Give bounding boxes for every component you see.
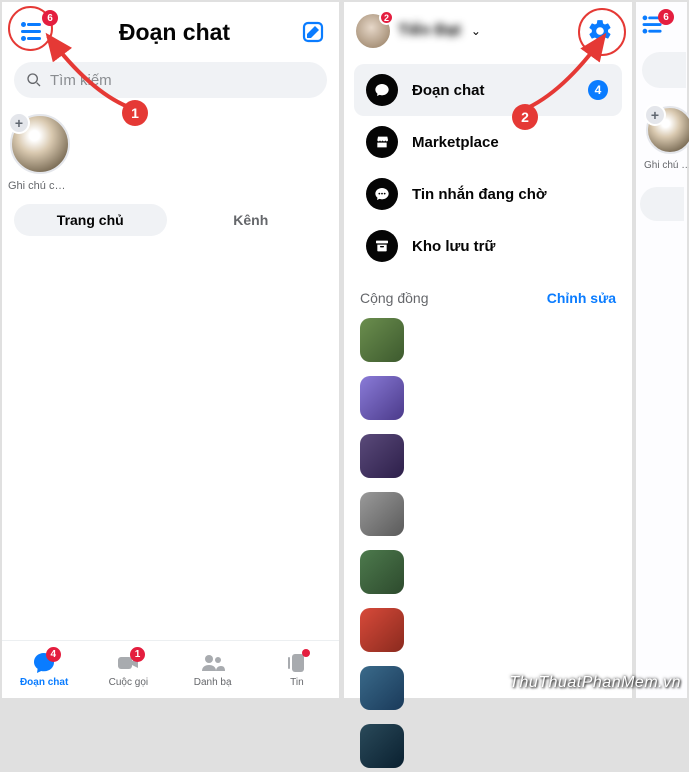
tab-calls-label: Cuộc gọi	[109, 677, 148, 688]
hamburger-icon	[21, 23, 43, 41]
bottom-tabbar: 4 Đoạn chat 1 Cuộc gọi Danh bạ Tin	[2, 640, 339, 698]
segment-home[interactable]: Trang chủ	[14, 204, 167, 236]
community-item[interactable]	[354, 314, 622, 366]
community-item[interactable]	[354, 430, 622, 482]
menu-item-badge: 4	[588, 80, 608, 100]
community-item[interactable]	[354, 546, 622, 598]
main-chat-panel: 6 Đoạn chat Tìm kiếm + Ghi chú của b... …	[2, 2, 339, 698]
tab-chat-label: Đoạn chat	[20, 677, 68, 688]
search-placeholder: Tìm kiếm	[50, 72, 112, 89]
search-input[interactable]: Tìm kiếm	[14, 62, 327, 98]
gear-icon	[587, 18, 613, 44]
settings-button[interactable]	[584, 15, 616, 47]
tab-calls[interactable]: 1 Cuộc gọi	[86, 651, 170, 688]
search-input-sliver[interactable]	[642, 52, 686, 88]
story-label-sliver: Ghi chú của b...	[642, 160, 689, 171]
menu-item-label: Marketplace	[412, 134, 499, 151]
segment-control: Trang chủ Kênh	[2, 198, 339, 242]
community-item[interactable]	[354, 604, 622, 656]
community-title: Cộng đồng	[360, 290, 429, 306]
store-icon	[366, 126, 398, 158]
community-list	[344, 314, 632, 772]
story-sliver[interactable]: + Ghi chú của b...	[638, 100, 687, 177]
segment-sliver[interactable]	[640, 187, 684, 221]
archive-icon	[366, 230, 398, 262]
compose-icon[interactable]	[301, 20, 325, 44]
my-story[interactable]: + Ghi chú của b...	[6, 114, 70, 192]
menu-item-archive[interactable]: Kho lưu trữ	[354, 220, 622, 272]
menu-item-requests[interactable]: Tin nhắn đang chờ	[354, 168, 622, 220]
story-row: + Ghi chú của b...	[2, 108, 339, 198]
drawer-menu: Đoạn chat 4 Marketplace Tin nhắn đang ch…	[344, 60, 632, 276]
people-icon	[201, 651, 225, 675]
story-label: Ghi chú của b...	[6, 180, 70, 192]
community-item[interactable]	[354, 720, 622, 772]
tab-calls-badge: 1	[130, 647, 145, 662]
menu-item-marketplace[interactable]: Marketplace	[354, 116, 622, 168]
community-edit-link[interactable]: Chỉnh sửa	[547, 290, 616, 306]
plus-icon: +	[8, 112, 30, 134]
profile-name: Tiến Đạt	[398, 22, 461, 40]
plus-icon: +	[644, 104, 666, 126]
tab-contacts[interactable]: Danh bạ	[171, 651, 255, 688]
message-pending-icon	[366, 178, 398, 210]
menu-badge-sliver: 6	[658, 9, 674, 25]
tab-news-dot	[302, 649, 310, 657]
menu-button[interactable]: 6	[16, 16, 48, 48]
profile-switcher[interactable]: 2 Tiến Đạt ⌄	[356, 14, 481, 48]
avatar: 2	[356, 14, 390, 48]
tab-chat-badge: 4	[46, 647, 61, 662]
tab-news[interactable]: Tin	[255, 651, 339, 688]
menu-item-label: Tin nhắn đang chờ	[412, 186, 547, 203]
menu-badge: 6	[42, 10, 58, 26]
search-icon	[26, 72, 42, 88]
drawer-panel: 2 Tiến Đạt ⌄ Đoạn chat 4 Marketplace Tin…	[344, 2, 632, 698]
menu-item-chat[interactable]: Đoạn chat 4	[354, 64, 622, 116]
community-header: Cộng đồng Chỉnh sửa	[344, 276, 632, 314]
tab-contacts-label: Danh bạ	[194, 677, 232, 688]
avatar-badge: 2	[379, 10, 394, 25]
chat-bubble-icon	[366, 74, 398, 106]
chevron-down-icon: ⌄	[471, 24, 481, 38]
community-item[interactable]	[354, 662, 622, 714]
community-item[interactable]	[354, 372, 622, 424]
community-item[interactable]	[354, 488, 622, 540]
tab-chat[interactable]: 4 Đoạn chat	[2, 651, 86, 688]
menu-item-label: Kho lưu trữ	[412, 238, 495, 255]
menu-item-label: Đoạn chat	[412, 82, 485, 99]
page-title: Đoạn chat	[119, 19, 230, 46]
tab-news-label: Tin	[290, 677, 304, 688]
right-sliver-panel: 6 + Ghi chú của b...	[636, 2, 687, 698]
segment-channel[interactable]: Kênh	[175, 204, 328, 236]
menu-button-sliver[interactable]: 6	[642, 16, 670, 40]
